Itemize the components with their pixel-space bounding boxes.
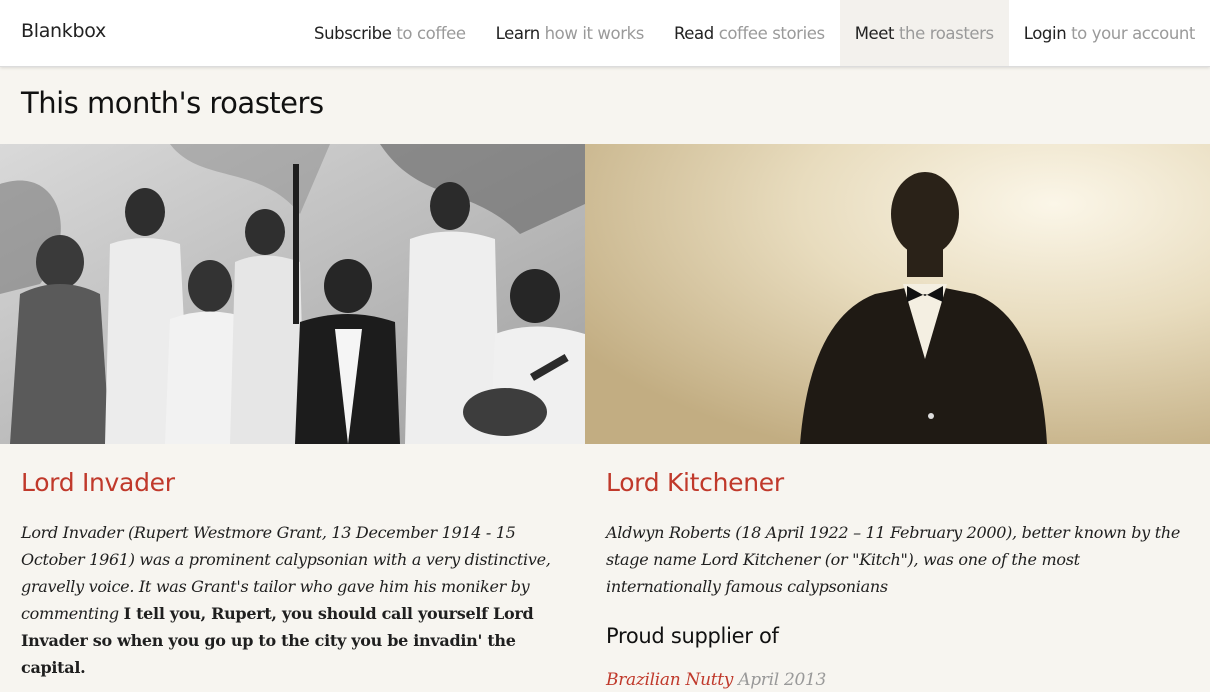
nav-read[interactable]: Read coffee stories — [659, 0, 840, 66]
roaster-photo-portrait — [585, 144, 1210, 444]
roaster-card-lord-kitchener: Lord Kitchener Aldwyn Roberts (18 April … — [585, 144, 1210, 690]
supplier-heading: Proud supplier of — [606, 624, 779, 648]
nav-verb: Learn — [495, 23, 541, 43]
coffee-link[interactable]: Brazilian Nutty — [606, 670, 733, 690]
nav-verb: Login — [1023, 23, 1067, 43]
top-navigation-bar: Blankbox Subscribe to coffee Learn how i… — [0, 0, 1210, 67]
nav-verb: Subscribe — [314, 23, 392, 43]
nav-verb: Read — [673, 23, 714, 43]
nav-meet[interactable]: Meet the roasters — [839, 0, 1009, 66]
roaster-bio: Lord Invader (Rupert Westmore Grant, 13 … — [21, 519, 564, 681]
nav-rest: the roasters — [898, 23, 994, 43]
main-nav: Subscribe to coffee Learn how it works R… — [299, 0, 1210, 66]
portrait-photo-image — [585, 144, 1210, 444]
nav-rest: to coffee — [396, 23, 466, 43]
roaster-card-lord-invader: Lord Invader Lord Invader (Rupert Westmo… — [0, 144, 585, 681]
nav-login[interactable]: Login to your account — [1009, 0, 1210, 66]
nav-rest: coffee stories — [718, 23, 825, 43]
nav-verb: Meet — [854, 23, 895, 43]
page-title: This month's roasters — [21, 86, 324, 120]
roaster-photo-band — [0, 144, 585, 444]
roaster-bio: Aldwyn Roberts (18 April 1922 – 11 Febru… — [606, 523, 1180, 596]
supplied-coffee-item: Brazilian Nutty April 2013 — [606, 670, 1189, 690]
nav-subscribe[interactable]: Subscribe to coffee — [299, 0, 481, 66]
roaster-name-link[interactable]: Lord Invader — [21, 468, 564, 497]
roaster-name-link[interactable]: Lord Kitchener — [606, 468, 1189, 497]
brand-logo[interactable]: Blankbox — [21, 20, 106, 42]
nav-rest: how it works — [544, 23, 645, 43]
band-photo-image — [0, 144, 585, 444]
coffee-date: April 2013 — [738, 670, 827, 690]
nav-rest: to your account — [1071, 23, 1195, 43]
nav-learn[interactable]: Learn how it works — [481, 0, 659, 66]
